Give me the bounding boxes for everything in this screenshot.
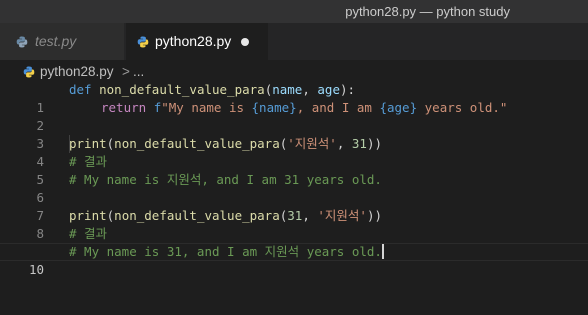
- code-line-current[interactable]: 10 # My name is 31, and I am 지원석 years o…: [0, 243, 588, 277]
- code-line[interactable]: 8 print(non_default_value_para(31, '지원석'…: [0, 207, 588, 241]
- builtin-print: print: [69, 136, 107, 151]
- param-age: age: [317, 82, 340, 97]
- text-cursor: [381, 244, 384, 259]
- comment: # My name is 31, and I am 지원석 years old.: [69, 244, 382, 259]
- number-literal: 31: [351, 136, 367, 151]
- builtin-print: print: [69, 208, 107, 223]
- code-line[interactable]: 1 def non_default_value_para(name, age):: [0, 81, 588, 115]
- code-line[interactable]: 4 print(non_default_value_para('지원석', 31…: [0, 135, 588, 169]
- keyword-return: return: [101, 100, 147, 115]
- line-number: 10: [28, 262, 44, 277]
- comment: # 결과: [69, 226, 108, 241]
- code-line[interactable]: 7: [0, 189, 588, 223]
- keyword-def: def: [69, 82, 92, 97]
- number-literal: 31: [287, 208, 303, 223]
- fstring-expr-age: {age}: [379, 100, 418, 115]
- tab-bar: test.py python28.py: [0, 23, 588, 60]
- string-literal: '지원석': [317, 208, 367, 223]
- comment: # My name is 지원석, and I am 31 years old.: [69, 172, 382, 187]
- title-bar: python28.py — python study: [0, 0, 588, 23]
- code-line[interactable]: 5 # 결과: [0, 153, 588, 187]
- python-file-icon: [137, 36, 149, 48]
- function-call: non_default_value_para: [114, 136, 280, 151]
- string-literal: "My name is: [161, 100, 252, 115]
- code-line[interactable]: 6 # My name is 지원석, and I am 31 years ol…: [0, 171, 588, 205]
- tab-test-py[interactable]: test.py: [0, 23, 125, 60]
- window-title: python28.py — python study: [345, 4, 510, 19]
- python-file-icon: [16, 36, 28, 48]
- code-line[interactable]: 9 # 결과: [0, 225, 588, 259]
- function-call: non_default_value_para: [114, 208, 280, 223]
- code-line[interactable]: 2 return f"My name is {name}, and I am {…: [0, 99, 588, 153]
- comment: # 결과: [69, 154, 108, 169]
- unsaved-changes-dot-icon[interactable]: [241, 38, 249, 46]
- string-literal: '지원석': [287, 136, 337, 151]
- python-file-icon: [23, 66, 35, 78]
- tab-python28-py[interactable]: python28.py: [126, 23, 268, 60]
- code-line[interactable]: 3: [0, 117, 588, 151]
- function-name: non_default_value_para: [99, 82, 265, 97]
- tab-label: python28.py: [155, 33, 232, 49]
- tab-label: test.py: [35, 33, 77, 49]
- fstring-expr-name: {name}: [251, 100, 297, 115]
- code-editor[interactable]: 1 def non_default_value_para(name, age):…: [0, 81, 588, 277]
- param-name: name: [272, 82, 303, 97]
